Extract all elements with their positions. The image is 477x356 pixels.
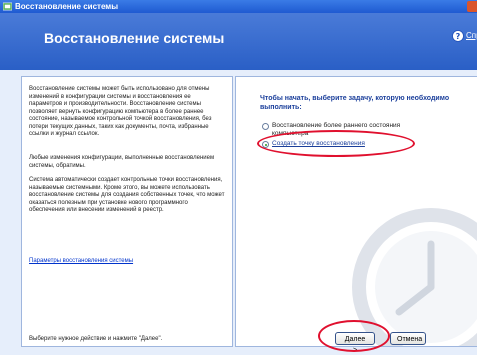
svg-text:?: ?: [456, 32, 461, 41]
task-prompt: Чтобы начать, выберите задачу, которую н…: [260, 95, 450, 111]
main-area: Восстановление системы может быть исполь…: [0, 70, 477, 355]
left-panel: Восстановление системы может быть исполь…: [21, 76, 233, 347]
system-restore-icon: [3, 2, 12, 11]
option-restore-earlier-label: Восстановление более раннего состояния к…: [272, 122, 401, 137]
reversible-note: Любые изменения конфигурации, выполненны…: [29, 155, 215, 169]
description-text: Восстановление системы может быть исполь…: [29, 86, 212, 137]
radio-restore-earlier[interactable]: [262, 123, 269, 130]
right-panel: Чтобы начать, выберите задачу, которую н…: [235, 76, 477, 347]
option-create-restore-point-label: Создать точку восстановления: [272, 140, 365, 147]
cancel-button[interactable]: Отмена: [390, 332, 426, 345]
window-title: Восстановление системы: [15, 2, 119, 11]
radio-create-restore-point[interactable]: [262, 141, 269, 148]
help-label[interactable]: Справка: [466, 31, 477, 40]
settings-link[interactable]: Параметры восстановления системы: [29, 258, 133, 264]
close-button[interactable]: [467, 1, 477, 12]
clock-watermark-icon: [352, 208, 477, 346]
checkpoints-text: Система автоматически создает контрольны…: [29, 177, 225, 213]
help-icon: ?: [452, 30, 464, 42]
hint-text: Выберите нужное действие и нажмите "Дале…: [29, 336, 163, 342]
window-titlebar[interactable]: Восстановление системы: [0, 0, 477, 13]
next-button[interactable]: Далее >: [335, 332, 375, 354]
header: Восстановление системы ? Справка: [0, 13, 477, 70]
page-title: Восстановление системы: [44, 30, 225, 46]
